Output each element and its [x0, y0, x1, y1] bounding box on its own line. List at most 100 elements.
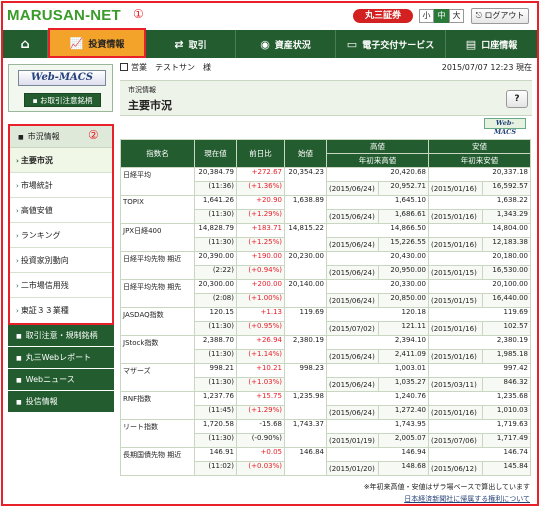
change-percent: (+1.00%) — [236, 293, 285, 308]
rights-link[interactable]: 日本経済新聞社に帰属する権利について — [120, 494, 530, 504]
bullet-icon: ■ — [16, 377, 22, 384]
change-value: +272.67 — [236, 167, 285, 182]
nav-label: 取引 — [188, 40, 207, 51]
home-icon: ⌂ — [20, 36, 30, 52]
high-price: 1,240.76 — [326, 391, 429, 406]
sidebar-item-margin-balance[interactable]: › 二市場信用残 — [10, 273, 112, 298]
nav-e-delivery[interactable]: ▭ 電子交付サービス — [336, 30, 446, 58]
change-value: +200.00 — [236, 279, 285, 294]
font-size-large-button[interactable]: 大 — [449, 9, 464, 23]
change-percent: (+1.14%) — [236, 349, 285, 364]
nav-investment-info[interactable]: 📈 投資情報 — [48, 28, 146, 58]
price-time: (11:36) — [194, 181, 237, 196]
index-name[interactable]: 日経平均 — [120, 167, 195, 196]
ytd-high-value: 1,035.27 — [378, 377, 429, 392]
nav-label: 投資情報 — [88, 39, 125, 50]
price-time: (11:30) — [194, 433, 237, 448]
index-name[interactable]: JASDAQ指数 — [120, 307, 195, 336]
change-value: +0.05 — [236, 447, 285, 462]
ytd-high-date: (2015/06/24) — [326, 377, 379, 392]
side-menu: ■ 市況情報 ② › 主要市況 › 市場統計 › 高値安値 › ランキング › 投資家別動向… — [8, 124, 114, 413]
change-value: +26.94 — [236, 335, 285, 350]
index-name[interactable]: JPX日経400 — [120, 223, 195, 252]
sidebar-item-high-low[interactable]: › 高値安値 — [10, 198, 112, 223]
index-name[interactable]: 日経平均先物 期近 — [120, 251, 195, 280]
sidebar-item-major-markets[interactable]: › 主要市況 — [10, 148, 112, 173]
sidebar-item-market-stats[interactable]: › 市場統計 — [10, 173, 112, 198]
change-percent: (+0.94%) — [236, 265, 285, 280]
index-name[interactable]: RNF指数 — [120, 391, 195, 420]
col-header-low: 安値 — [428, 139, 531, 154]
sidebar-item-ranking[interactable]: › ランキング — [10, 223, 112, 248]
sidebar-item-tse33[interactable]: › 東証３３業種 — [10, 298, 112, 323]
sidebar-head-web-report[interactable]: ■ 丸三Webレポート — [8, 347, 114, 369]
index-name[interactable]: リート指数 — [120, 419, 195, 448]
arrows-icon: ⇄ — [174, 37, 184, 51]
open-price: 1,638.89 — [284, 195, 327, 224]
help-button[interactable]: ? — [506, 90, 528, 108]
index-name[interactable]: TOPIX — [120, 195, 195, 224]
index-name[interactable]: JStock指数 — [120, 335, 195, 364]
high-price: 14,866.50 — [326, 223, 429, 238]
font-size-medium-button[interactable]: 中 — [434, 9, 449, 23]
ytd-low-value: 1,010.03 — [482, 405, 531, 420]
index-name[interactable]: 日経平均先物 期先 — [120, 279, 195, 308]
ytd-low-date: (2015/01/16) — [428, 405, 483, 420]
chevron-right-icon: › — [16, 207, 19, 215]
list-icon: ▪ — [32, 96, 38, 105]
nav-account-info[interactable]: ▤ 口座情報 — [446, 30, 537, 58]
chevron-right-icon: › — [16, 232, 19, 240]
high-price: 120.18 — [326, 307, 429, 322]
sidebar-head-fund-info[interactable]: ■ 投信情報 — [8, 391, 114, 413]
current-price: 2,388.70 — [194, 335, 237, 350]
current-price: 20,300.00 — [194, 279, 237, 294]
ytd-high-value: 20,952.71 — [378, 181, 429, 196]
sidebar-head-regulated-stocks[interactable]: ■ 取引注意・規制銘柄 — [8, 325, 114, 347]
col-header-open: 始値 — [284, 139, 327, 168]
user-info-line: 営業 テストサン 様 2015/07/07 12:23 現在 — [120, 62, 532, 74]
ytd-high-date: (2015/07/02) — [326, 321, 379, 336]
top-bar: MARUSAN-NET ① 丸三証券 小 中 大 ⎋ ログアウト — [3, 3, 537, 29]
index-name[interactable]: マザーズ — [120, 363, 195, 392]
sidebar-item-investor-trends[interactable]: › 投資家別動向 — [10, 248, 112, 273]
open-price: 2,380.19 — [284, 335, 327, 364]
open-price: 119.69 — [284, 307, 327, 336]
sidebar-item-label: 高値安値 — [20, 206, 53, 215]
nav-assets[interactable]: ◉ 資産状況 — [236, 30, 336, 58]
caution-stocks-button[interactable]: ▪ お取引注意銘柄 — [24, 93, 101, 107]
nav-label: 電子交付サービス — [362, 40, 435, 51]
bullet-icon: ■ — [18, 134, 24, 141]
webmacs-panel: Web-MACS ▪ お取引注意銘柄 — [8, 64, 113, 112]
price-time: (11:45) — [194, 405, 237, 420]
ytd-high-value: 148.68 — [378, 461, 429, 476]
low-price: 1,235.68 — [428, 391, 531, 406]
low-price: 1,719.63 — [428, 419, 531, 434]
high-price: 1,743.95 — [326, 419, 429, 434]
nav-home[interactable]: ⌂ — [3, 30, 48, 58]
sidebar-head-web-news[interactable]: ■ Webニュース — [8, 369, 114, 391]
current-price: 20,384.79 — [194, 167, 237, 182]
table-row: JStock指数 2,388.70 +26.94 2,380.19 2,394.10 2,… — [120, 335, 531, 364]
webmacs-link[interactable]: Web-MACS — [18, 70, 106, 86]
low-price: 2,380.19 — [428, 335, 531, 350]
breadcrumb: 市況情報 — [128, 86, 156, 94]
price-time: (11:30) — [194, 349, 237, 364]
ytd-low-date: (2015/07/06) — [428, 433, 483, 448]
change-percent: (+0.95%) — [236, 321, 285, 336]
logout-button[interactable]: ⎋ ログアウト — [471, 8, 529, 24]
webmacs-small-link[interactable]: Web-MACS — [484, 118, 526, 136]
index-name[interactable]: 長期国債先物 期近 — [120, 447, 195, 476]
change-percent: (+0.03%) — [236, 461, 285, 476]
ytd-low-date: (2015/01/15) — [428, 293, 483, 308]
price-time: (11:30) — [194, 377, 237, 392]
ytd-high-value: 2,411.09 — [378, 349, 429, 364]
bullet-icon: ■ — [16, 399, 22, 406]
table-row: 日経平均先物 期近 20,390.00 +190.00 20,230.00 20,430… — [120, 251, 531, 280]
current-price: 1,237.76 — [194, 391, 237, 406]
font-size-small-button[interactable]: 小 — [419, 9, 434, 23]
change-value: +20.90 — [236, 195, 285, 210]
nav-trade[interactable]: ⇄ 取引 — [146, 30, 236, 58]
annotation-marker-2: ② — [88, 128, 99, 142]
ytd-high-date: (2015/06/24) — [326, 405, 379, 420]
high-price: 20,430.00 — [326, 251, 429, 266]
